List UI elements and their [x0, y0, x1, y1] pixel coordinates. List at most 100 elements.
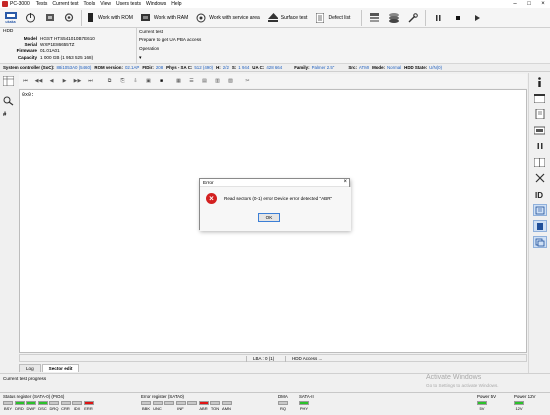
- hex-view-icon[interactable]: ▥: [213, 77, 222, 86]
- operation-dropdown-icon[interactable]: ▾: [139, 55, 142, 61]
- read-icon[interactable]: ⧉: [105, 77, 114, 86]
- status-register-title: Status register (SATA-0) (PIO4): [3, 394, 65, 399]
- ukaka-button[interactable]: ukaka: [2, 10, 19, 25]
- first-sector-icon[interactable]: ⏮: [21, 77, 30, 86]
- work-with-service-area-button[interactable]: Work with service area: [196, 13, 260, 23]
- next-button[interactable]: [469, 10, 484, 25]
- error-register-title: Error register (SATA0): [141, 394, 185, 399]
- dma-title: DMA: [278, 394, 288, 399]
- register-led: ABR: [198, 401, 209, 411]
- layout-icon: [534, 157, 545, 167]
- tab-log[interactable]: Log: [19, 364, 41, 372]
- tools-button[interactable]: [405, 10, 420, 25]
- register-led: DRD: [14, 401, 25, 411]
- stop-button[interactable]: [450, 10, 465, 25]
- fidir-value: 208: [155, 65, 164, 70]
- hex-mode-button[interactable]: [532, 204, 547, 216]
- info-button[interactable]: [533, 76, 547, 88]
- disk-stack-icon: [388, 13, 399, 23]
- layout-button[interactable]: [533, 156, 547, 168]
- reset-button[interactable]: [42, 10, 57, 25]
- menu-help[interactable]: Help: [171, 1, 181, 7]
- minimize-icon[interactable]: –: [508, 0, 522, 8]
- dialog-message: Read sectors (0-1) error Device error de…: [224, 196, 333, 201]
- led-indicator: [164, 401, 174, 405]
- current-test-value: Prepare to get UA PBA access: [139, 37, 202, 42]
- menu-users-tests[interactable]: Users tests: [116, 1, 141, 7]
- hdd-access-text: HDD Access ...: [292, 356, 323, 361]
- close-icon[interactable]: ×: [536, 0, 550, 8]
- search-button[interactable]: [3, 96, 17, 108]
- goto-address-button[interactable]: #: [3, 112, 17, 118]
- ok-button[interactable]: OK: [258, 213, 280, 222]
- fidir-label: FIDir:: [142, 65, 154, 70]
- copy-icon[interactable]: ⎘: [118, 77, 127, 86]
- sata-button[interactable]: [533, 124, 547, 136]
- uac-value: 428 664: [266, 65, 283, 70]
- power5v-title: Power 5V: [477, 394, 497, 399]
- menu-tools[interactable]: Tools: [84, 1, 96, 7]
- disk-button[interactable]: [386, 10, 401, 25]
- menu-current-test[interactable]: Current test: [52, 1, 78, 7]
- hash-icon: #: [3, 112, 7, 118]
- serial-value: WXP1E86655TZ: [40, 42, 75, 47]
- work-with-rom-button[interactable]: Work with ROM: [85, 13, 133, 23]
- text-view-icon[interactable]: ▧: [226, 77, 235, 86]
- led-label: PHY: [299, 406, 309, 411]
- id-button[interactable]: ID: [533, 188, 547, 200]
- surface-test-button[interactable]: Surface test: [267, 13, 307, 23]
- register-led: DRQ: [49, 401, 59, 411]
- prev-page-icon[interactable]: ◀◀: [34, 77, 43, 86]
- last-sector-icon[interactable]: ⏭: [86, 77, 95, 86]
- register-led: AMN: [221, 401, 232, 411]
- next-page-icon[interactable]: ▶▶: [73, 77, 82, 86]
- dialog-close-icon[interactable]: ×: [343, 179, 347, 185]
- led-indicator: [83, 401, 94, 405]
- settings-tool-icon[interactable]: ✂: [243, 77, 252, 86]
- save-icon[interactable]: ▣: [144, 77, 153, 86]
- terminal-icon: [534, 93, 545, 103]
- dma-leds: RQ: [278, 401, 290, 411]
- tools-side-button[interactable]: [533, 172, 547, 184]
- led-label: 5V: [479, 406, 485, 411]
- pause-side-button[interactable]: [533, 140, 547, 152]
- power-button[interactable]: [23, 10, 38, 25]
- list-view-icon[interactable]: ☰: [187, 77, 196, 86]
- work-with-ram-button[interactable]: Work with RAM: [141, 13, 188, 23]
- work-with-rom-label: Work with ROM: [98, 14, 133, 21]
- window-controls: – □ ×: [508, 0, 550, 8]
- report-button[interactable]: [533, 108, 547, 120]
- menu-tests[interactable]: Tests: [36, 1, 48, 7]
- grid-view-icon[interactable]: ▦: [174, 77, 183, 86]
- maximize-icon[interactable]: □: [522, 0, 536, 8]
- led-indicator: [278, 401, 288, 405]
- hex-mode-icon: [535, 206, 544, 214]
- step-button[interactable]: [431, 10, 446, 25]
- register-led: CRR: [60, 401, 71, 411]
- next-sector-icon[interactable]: ▶: [60, 77, 69, 86]
- power5v-group: Power 5V 5V: [477, 394, 496, 411]
- stop-read-icon[interactable]: ■: [157, 77, 166, 86]
- menu-view[interactable]: View: [100, 1, 111, 7]
- register-led: 5V: [477, 401, 487, 411]
- soc-label: System controller (SoC):: [3, 65, 55, 70]
- prev-sector-icon[interactable]: ◀: [47, 77, 56, 86]
- led-indicator: [141, 401, 151, 405]
- terminal-button[interactable]: [533, 92, 547, 104]
- layers-icon: [370, 13, 380, 22]
- swap-button[interactable]: [61, 10, 76, 25]
- led-label: DWF: [26, 406, 36, 411]
- stack-button[interactable]: [367, 10, 382, 25]
- tab-sector-edit[interactable]: Sector edit: [41, 364, 80, 372]
- copy-mode-button[interactable]: [532, 236, 547, 248]
- menu-windows[interactable]: Windows: [146, 1, 166, 7]
- write-icon[interactable]: ⇩: [131, 77, 140, 86]
- serial-label: Serial: [24, 42, 37, 47]
- chip-mode-button[interactable]: [532, 220, 547, 232]
- sector-view-button[interactable]: [2, 75, 17, 88]
- app-logo-icon: [2, 1, 8, 7]
- heads-value: 2/2: [222, 65, 229, 70]
- play-icon: [474, 14, 480, 21]
- defect-list-button[interactable]: Defect list: [315, 12, 350, 23]
- table-view-icon[interactable]: ▤: [200, 77, 209, 86]
